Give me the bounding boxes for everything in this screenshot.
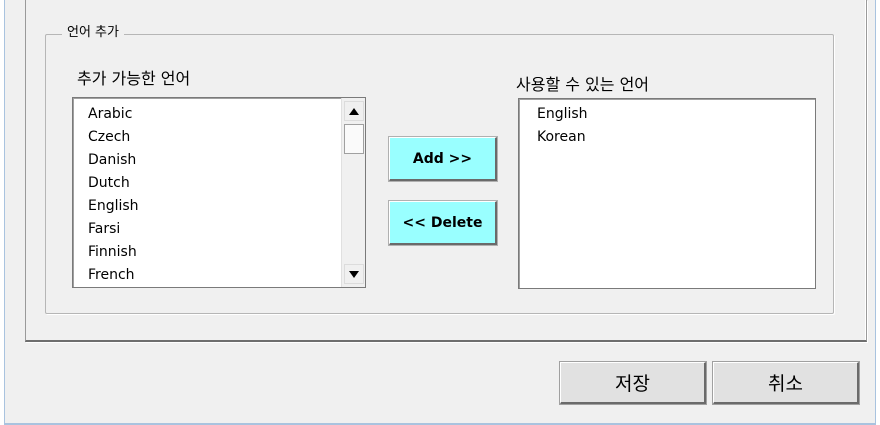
arrow-down-icon [349,270,359,278]
list-item[interactable]: Korean [522,126,815,149]
delete-button[interactable]: << Delete [389,201,497,245]
list-item[interactable]: English [522,103,815,126]
list-item[interactable]: English [73,195,365,218]
scroll-down-button[interactable] [344,264,364,284]
add-button[interactable]: Add >> [389,137,497,181]
list-item[interactable]: French [73,264,365,287]
list-item[interactable]: Farsi [73,218,365,241]
scroll-up-button[interactable] [344,101,364,121]
vertical-scrollbar[interactable] [341,98,365,287]
list-item[interactable]: Finnish [73,241,365,264]
list-item[interactable]: Czech [73,126,365,149]
scroll-thumb[interactable] [344,124,364,154]
save-button[interactable]: 저장 [560,362,706,404]
usable-languages-listbox[interactable]: English Korean [518,98,816,289]
cancel-button[interactable]: 취소 [713,362,859,404]
group-legend: 언어 추가 [62,24,124,42]
arrow-up-icon [349,107,359,115]
available-languages-listbox[interactable]: Arabic Czech Danish Dutch English Farsi … [72,97,366,288]
list-item[interactable]: Dutch [73,172,365,195]
available-languages-label: 추가 가능한 언어 [77,69,191,88]
list-item[interactable]: Arabic [73,103,365,126]
list-item[interactable]: Danish [73,149,365,172]
usable-languages-label: 사용할 수 있는 언어 [516,75,650,94]
